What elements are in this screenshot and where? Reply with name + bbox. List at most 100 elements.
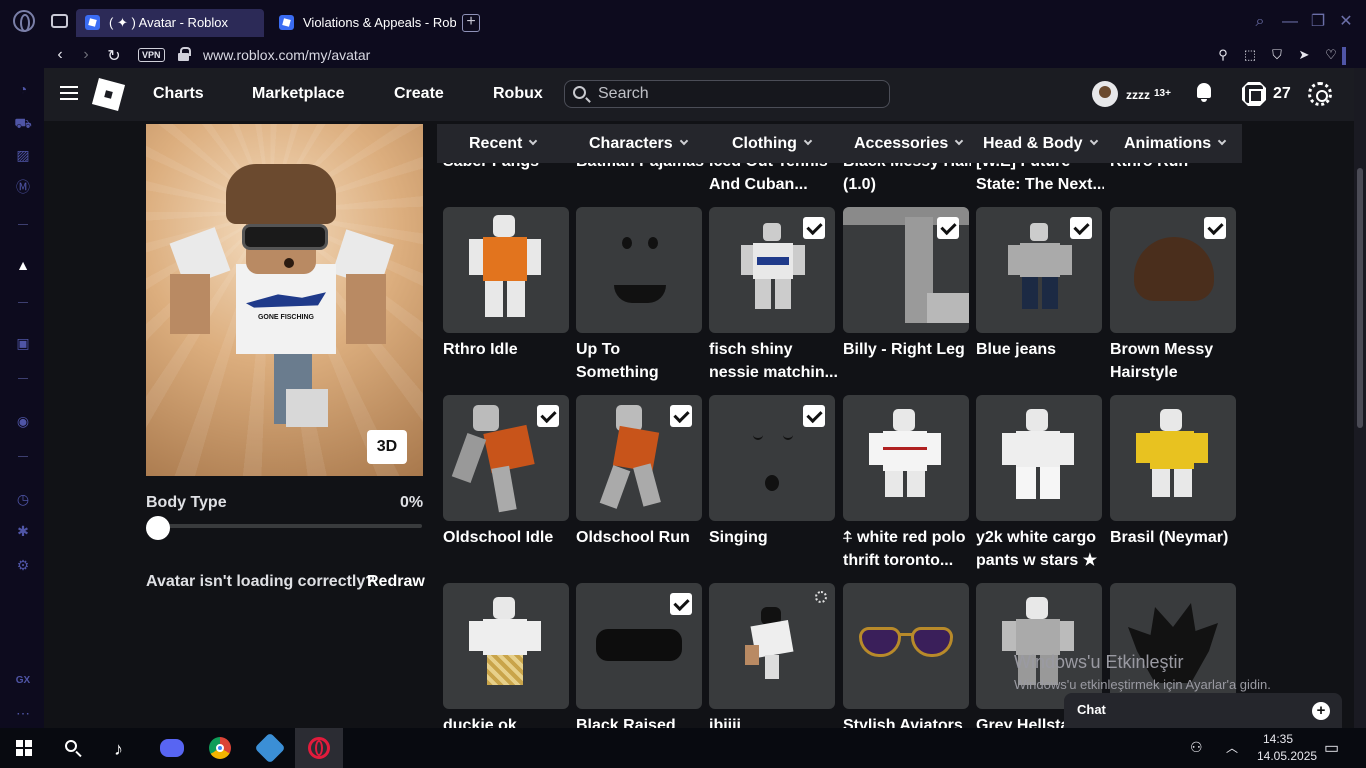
item-card-up-to-something[interactable] bbox=[576, 207, 702, 333]
messenger-m-icon[interactable]: Ⓜ bbox=[14, 178, 32, 196]
item-name[interactable]: fisch shiny nessie matchin... bbox=[709, 338, 839, 384]
item-name[interactable]: Blue jeans bbox=[976, 338, 1106, 361]
history-icon[interactable]: ◷ bbox=[14, 490, 32, 508]
tab-head-body[interactable]: Head & Body bbox=[983, 135, 1098, 153]
item-card-rthro-idle[interactable] bbox=[443, 207, 569, 333]
search-input[interactable] bbox=[598, 84, 878, 104]
item-name[interactable]: Brasil (Neymar) bbox=[1110, 526, 1240, 549]
tiktok-icon[interactable]: ♪ bbox=[98, 728, 146, 768]
forward-button[interactable]: › bbox=[76, 46, 96, 64]
item-name[interactable]: Billy - Right Leg bbox=[843, 338, 973, 361]
adblock-icon[interactable]: ⛉ bbox=[1268, 47, 1286, 65]
item-card-oldschool-run[interactable] bbox=[576, 395, 702, 521]
item-name[interactable]: Singing bbox=[709, 526, 839, 549]
tab-characters[interactable]: Characters bbox=[589, 135, 688, 153]
robux-icon[interactable] bbox=[1242, 82, 1266, 106]
opera-gx-taskbar-icon[interactable] bbox=[295, 728, 343, 768]
item-card-stylish-aviators[interactable] bbox=[843, 583, 969, 709]
item-card-ibiiii[interactable] bbox=[709, 583, 835, 709]
chat-panel[interactable]: Chat + bbox=[1064, 693, 1342, 728]
item-name[interactable]: ibiiii bbox=[709, 714, 839, 728]
maximize-button[interactable]: ❐ bbox=[1308, 12, 1328, 32]
tray-chevron-up-icon[interactable]: ︿ bbox=[1226, 739, 1238, 756]
clock-time[interactable]: 14:35 bbox=[1263, 732, 1293, 746]
username[interactable]: zzzz bbox=[1126, 88, 1150, 102]
tab-avatar[interactable]: ( ✦ ) Avatar - Roblox bbox=[76, 9, 264, 37]
page-scrollbar[interactable] bbox=[1354, 68, 1366, 728]
speed-dial-icon[interactable]: ◔ bbox=[14, 80, 32, 98]
item-name[interactable]: ⍏ white red polo thrift toronto... bbox=[843, 526, 973, 572]
item-name[interactable]: duckie ok bbox=[443, 714, 573, 728]
tab-accessories[interactable]: Accessories bbox=[854, 135, 964, 153]
item-card-duckie-ok[interactable] bbox=[443, 583, 569, 709]
item-card-blue-jeans[interactable] bbox=[976, 207, 1102, 333]
search-tabs-icon[interactable]: ⌕ bbox=[1250, 12, 1270, 32]
roblox-logo[interactable] bbox=[91, 77, 126, 112]
twitch-icon[interactable]: ▣ bbox=[14, 334, 32, 352]
notifications-bell-icon[interactable] bbox=[1195, 83, 1213, 102]
news-icon[interactable]: ▨ bbox=[14, 146, 32, 164]
toggle-3d-button[interactable]: 3D bbox=[367, 430, 407, 464]
scrollbar-thumb[interactable] bbox=[1357, 168, 1363, 428]
nav-marketplace[interactable]: Marketplace bbox=[252, 85, 345, 103]
app-icon[interactable] bbox=[246, 728, 294, 768]
clock-date[interactable]: 14.05.2025 bbox=[1257, 749, 1317, 763]
item-card-oldschool-idle[interactable] bbox=[443, 395, 569, 521]
gear-icon[interactable] bbox=[815, 591, 827, 603]
item-card-singing[interactable] bbox=[709, 395, 835, 521]
start-button[interactable] bbox=[0, 728, 48, 768]
menu-icon[interactable] bbox=[60, 86, 78, 100]
send-icon[interactable]: ➤ bbox=[1295, 47, 1313, 65]
item-name[interactable]: Oldschool Run bbox=[576, 526, 706, 549]
item-name[interactable]: Up To Something bbox=[576, 338, 706, 384]
new-tab-button[interactable]: + bbox=[462, 14, 480, 32]
item-name[interactable]: Rthro Idle bbox=[443, 338, 573, 361]
item-card-brown-messy-hairstyle[interactable] bbox=[1110, 207, 1236, 333]
minimize-button[interactable]: — bbox=[1280, 12, 1300, 32]
notification-center-icon[interactable]: ▭ bbox=[1324, 738, 1339, 758]
pin-icon[interactable]: ⚲ bbox=[1214, 47, 1232, 65]
lock-icon[interactable] bbox=[178, 47, 191, 61]
item-card-fisch-shiny[interactable] bbox=[709, 207, 835, 333]
item-card-billy-right-leg[interactable] bbox=[843, 207, 969, 333]
item-card-black-raised[interactable] bbox=[576, 583, 702, 709]
more-icon[interactable]: ⋯ bbox=[14, 704, 32, 722]
extensions-icon[interactable]: ✱ bbox=[14, 522, 32, 540]
item-name[interactable]: y2k white cargo pants w stars ★ bbox=[976, 526, 1106, 572]
chrome-icon[interactable] bbox=[198, 728, 246, 768]
avatar-preview[interactable]: GONE FISCHING bbox=[146, 124, 423, 476]
item-name[interactable]: Black Raised bbox=[576, 714, 706, 728]
heart-icon[interactable]: ♡ bbox=[1322, 47, 1340, 65]
robux-balance[interactable]: 27 bbox=[1273, 85, 1291, 103]
item-card-white-red-polo[interactable] bbox=[843, 395, 969, 521]
settings-icon[interactable]: ⚙ bbox=[14, 556, 32, 574]
back-button[interactable]: ‹ bbox=[50, 46, 70, 64]
snapshot-icon[interactable]: ⬚ bbox=[1241, 47, 1259, 65]
url-field[interactable]: www.roblox.com/my/avatar bbox=[203, 47, 370, 63]
item-name[interactable]: Brown Messy Hairstyle bbox=[1110, 338, 1240, 384]
item-name[interactable]: Stylish Aviators bbox=[843, 714, 973, 728]
nav-create[interactable]: Create bbox=[394, 85, 444, 103]
reload-button[interactable]: ↻ bbox=[104, 46, 124, 66]
new-chat-plus-icon[interactable]: + bbox=[1312, 702, 1330, 720]
close-window-button[interactable]: ✕ bbox=[1336, 12, 1356, 32]
search-box[interactable] bbox=[564, 80, 890, 108]
avatar[interactable] bbox=[1092, 81, 1118, 107]
tab-animations[interactable]: Animations bbox=[1124, 135, 1227, 153]
player-icon[interactable]: ◉ bbox=[14, 412, 32, 430]
vpn-badge[interactable]: VPN bbox=[138, 48, 165, 62]
nav-charts[interactable]: Charts bbox=[153, 85, 204, 103]
discord-icon[interactable] bbox=[148, 728, 196, 768]
body-type-slider[interactable] bbox=[154, 524, 422, 528]
item-card-y2k-white-cargo[interactable] bbox=[976, 395, 1102, 521]
item-card-brasil-neymar[interactable] bbox=[1110, 395, 1236, 521]
aria-icon[interactable]: ▲ bbox=[14, 256, 32, 274]
nav-robux[interactable]: Robux bbox=[493, 85, 543, 103]
body-type-slider-thumb[interactable] bbox=[146, 516, 170, 540]
tab-clothing[interactable]: Clothing bbox=[732, 135, 813, 153]
opera-menu-icon[interactable] bbox=[13, 10, 35, 32]
redraw-link[interactable]: Redraw bbox=[367, 573, 425, 591]
taskbar-search-icon[interactable] bbox=[48, 728, 96, 768]
tab-recent[interactable]: Recent bbox=[469, 135, 538, 153]
people-icon[interactable]: ⚇ bbox=[1190, 739, 1203, 756]
